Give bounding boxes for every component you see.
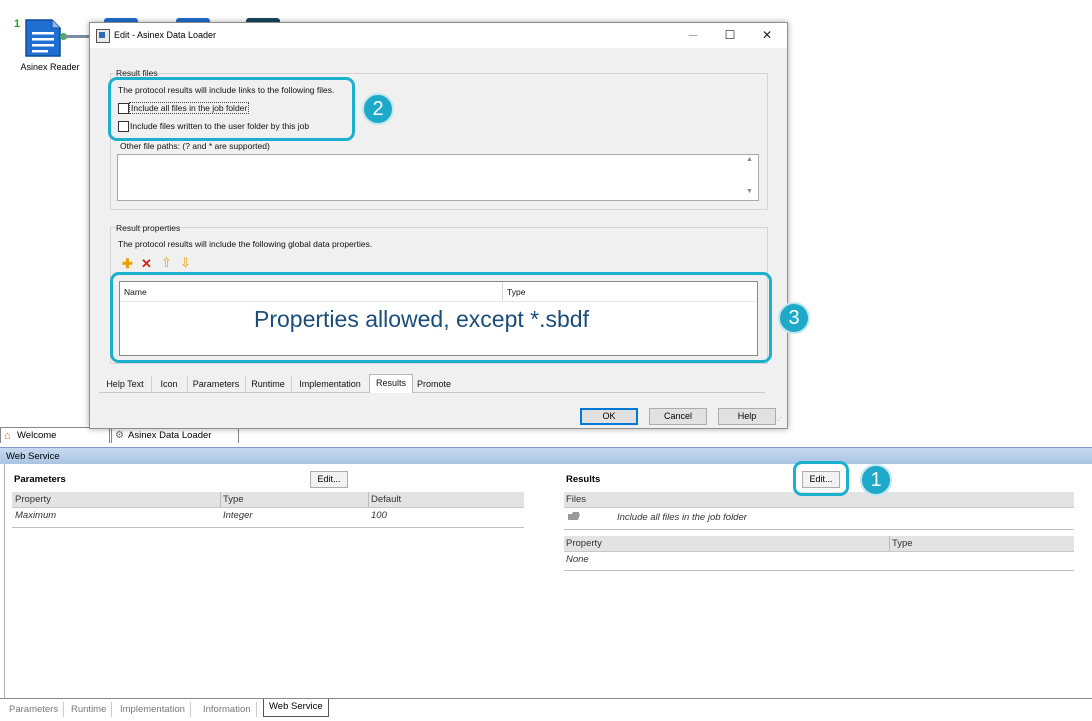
tab-welcome-label: Welcome [17,430,57,441]
dialog-title: Edit - Asinex Data Loader [114,30,217,40]
node-number: 1 [14,18,21,30]
other-file-paths-label: Other file paths: (? and * are supported… [120,141,270,151]
help-button[interactable]: Help [718,408,776,425]
annotation-badge-2: 2 [362,93,394,125]
close-icon[interactable]: ✕ [749,23,785,48]
app-icon [96,29,110,43]
tab-runtime[interactable]: Runtime [245,376,292,392]
cancel-button[interactable]: Cancel [649,408,707,425]
table-row[interactable]: None [564,554,1074,570]
move-down-icon[interactable]: ⇩ [180,256,191,269]
other-file-paths-input[interactable] [117,154,759,201]
row-divider [564,570,1074,571]
cell-property: Maximum [15,510,57,521]
workflow-icon: ⚙ [115,430,124,441]
tab-asinex-data-loader[interactable]: ⚙ Asinex Data Loader [111,427,239,443]
column-default: Default [371,494,402,505]
result-properties-header: Property Type [564,536,1074,552]
table-row[interactable]: Maximum Integer 100 [12,510,524,526]
delete-icon[interactable]: ✕ [141,257,152,270]
cell-default: 100 [371,510,387,521]
bottom-tab-bar: Parameters Runtime Implementation Inform… [0,698,1092,721]
tab-web-service[interactable]: Web Service [263,699,329,717]
column-files: Files [566,494,587,505]
web-service-header: Web Service [0,447,1092,464]
tab-baseline [99,392,765,393]
column-property: Property [15,494,51,505]
row-divider [564,529,1074,530]
annotation-badge-3: 3 [778,302,810,334]
tab-implementation[interactable]: Implementation [115,702,191,717]
cell-type: Integer [223,510,253,521]
home-icon: ⌂ [4,430,11,442]
parameters-title: Parameters [14,474,66,485]
tab-runtime[interactable]: Runtime [66,702,113,717]
scroll-up-icon[interactable]: ▲ [746,156,753,163]
minimize-icon[interactable]: ─ [675,23,711,48]
move-up-icon[interactable]: ⇧ [161,256,172,269]
tab-information[interactable]: Information [198,702,257,717]
cell-property: None [566,554,589,565]
tab-promote[interactable]: Promote [411,376,457,392]
tab-implementation[interactable]: Implementation [291,376,370,392]
node-label: Asinex Reader [20,62,80,72]
row-divider [12,527,524,528]
maximize-icon[interactable]: ☐ [712,23,748,48]
list-item[interactable]: Include all files in the job folder [564,510,1074,528]
column-property: Property [566,538,602,549]
dialog-titlebar[interactable]: Edit - Asinex Data Loader ─ ☐ ✕ [90,23,787,48]
result-properties-description: The protocol results will include the fo… [118,239,373,249]
results-title: Results [566,474,601,485]
parameters-table-header: Property Type Default [12,492,524,508]
column-type: Type [892,538,913,549]
document-node-icon[interactable] [24,18,62,58]
column-type: Type [223,494,244,505]
pipeline-connector [62,35,90,38]
resize-grip-icon[interactable]: ⋰ [774,416,782,425]
highlight-result-files-checkboxes [108,77,355,141]
add-icon[interactable]: ✚ [122,257,133,270]
tab-welcome[interactable]: ⌂ Welcome [0,427,110,443]
highlight-results-edit [793,461,849,496]
tab-results[interactable]: Results [369,374,413,393]
web-service-panel: Parameters Edit... Property Type Default… [4,464,1092,698]
folder-icon [567,511,581,520]
tab-help-text[interactable]: Help Text [99,376,152,392]
file-entry: Include all files in the job folder [617,512,747,523]
result-properties-title: Result properties [116,223,181,233]
tab-icon[interactable]: Icon [151,376,188,392]
annotation-badge-1: 1 [860,464,892,496]
tab-parameters[interactable]: Parameters [4,702,65,717]
ok-button[interactable]: OK [580,408,638,425]
tab-parameters[interactable]: Parameters [187,376,246,392]
annotation-note-3: Properties allowed, except *.sbdf [254,306,589,332]
scroll-down-icon[interactable]: ▼ [746,188,753,195]
parameters-edit-button[interactable]: Edit... [310,471,348,488]
tab-asinex-label: Asinex Data Loader [128,430,212,441]
